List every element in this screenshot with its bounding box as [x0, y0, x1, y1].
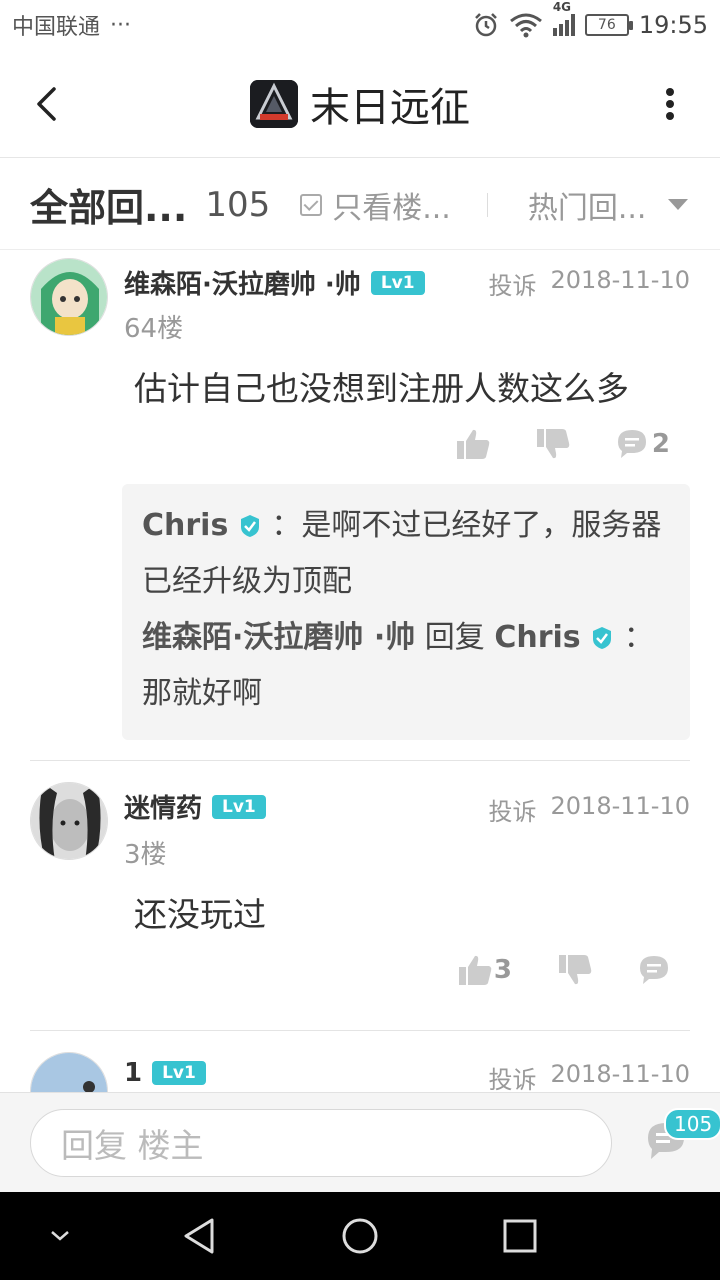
back-button[interactable] [28, 84, 64, 124]
avatar[interactable] [30, 1052, 108, 1092]
comment-icon [640, 956, 668, 984]
more-dot [666, 112, 674, 120]
hide-keyboard-button[interactable] [36, 1212, 84, 1260]
level-badge: Lv1 [152, 1061, 206, 1085]
thumbs-down-icon [536, 429, 570, 459]
carrier-label: 中国联通 [12, 15, 101, 40]
meta: 投诉 2018-11-10 [489, 1060, 690, 1092]
nav-recents-button[interactable] [496, 1212, 544, 1260]
post-date: 2018-11-10 [550, 792, 690, 820]
avatar[interactable] [30, 258, 108, 336]
more-dot [666, 88, 674, 96]
sub-reply-author[interactable]: 维森陌·沃拉磨帅 ·帅 [142, 620, 415, 655]
reply-input[interactable]: 回复 楼主 [30, 1109, 612, 1177]
nav-home-button[interactable] [336, 1212, 384, 1260]
username-row: 1 Lv1 [124, 1058, 206, 1088]
reply-actions: 2 [456, 428, 670, 460]
sub-replies[interactable]: Chris ：是啊不过已经好了，服务器已经升级为顶配 维森陌·沃拉磨帅 ·帅 回… [122, 484, 690, 740]
chevron-down-icon[interactable] [668, 199, 689, 210]
square-recents-icon [503, 1219, 537, 1253]
sub-reply-author[interactable]: Chris [142, 508, 228, 543]
level-badge: Lv1 [212, 794, 266, 819]
divider [30, 1030, 690, 1031]
battery-icon: 76 [584, 14, 633, 36]
chevron-left-icon [37, 87, 56, 121]
dislike-button[interactable] [558, 954, 592, 986]
floor-number: 64楼 [124, 314, 184, 344]
page-title: 末日远征 [310, 84, 470, 131]
sort-dropdown[interactable]: 热门回... [528, 183, 647, 227]
reply-input-bar: 回复 楼主 [0, 1092, 720, 1192]
verified-icon [240, 515, 259, 537]
avatar[interactable] [30, 782, 108, 860]
filter-bar: 全部回... 105 只看楼... 热门回... [0, 160, 720, 250]
comment-count-badge: 105 [664, 1108, 720, 1140]
divider [486, 192, 488, 217]
comment-count: 2 [651, 429, 670, 459]
thumbs-up-icon [458, 955, 492, 985]
level-badge: Lv1 [370, 270, 425, 295]
only-op-label: 只看楼... [332, 190, 451, 226]
thumbs-up-icon [456, 429, 490, 459]
username[interactable]: 维森陌·沃拉磨帅 ·帅 [124, 264, 361, 301]
like-count: 3 [493, 955, 512, 985]
system-nav-bar [0, 1192, 720, 1280]
nav-back-button[interactable] [176, 1212, 224, 1260]
signal-icon: 4G [552, 0, 575, 36]
like-button[interactable]: 3 [458, 954, 512, 986]
post-date: 2018-11-10 [550, 266, 690, 294]
thumbs-down-icon [559, 955, 592, 985]
username-row: 维森陌·沃拉磨帅 ·帅 Lv1 [124, 264, 425, 301]
username[interactable]: 1 [124, 1058, 142, 1088]
report-link[interactable]: 投诉 [489, 1060, 537, 1092]
reply-item: 迷情药 Lv1 投诉 2018-11-10 3楼 还没玩过 3 [0, 776, 720, 1030]
network-type: 4G [552, 0, 572, 14]
reply-item: 维森陌·沃拉磨帅 ·帅 Lv1 投诉 2018-11-10 64楼 估计自己也没… [0, 250, 720, 760]
sub-reply-target[interactable]: Chris [494, 620, 580, 655]
sub-reply: 维森陌·沃拉磨帅 ·帅 回复 Chris ：那就好啊 [142, 610, 670, 722]
clock: 19:55 [638, 11, 708, 39]
chevron-down-icon [51, 1231, 69, 1241]
report-link[interactable]: 投诉 [489, 792, 537, 827]
comment-button[interactable] [638, 954, 670, 986]
floor-number: 3楼 [124, 840, 167, 870]
circle-home-icon [342, 1218, 378, 1254]
reply-count: 105 [205, 184, 271, 225]
reply-actions: 3 [458, 954, 670, 986]
status-bar: 中国联通 ··· 4G 76 19:55 [0, 0, 720, 50]
checkbox-icon [300, 193, 323, 216]
status-dots: ··· [110, 12, 131, 38]
verified-icon [593, 627, 612, 649]
meta: 投诉 2018-11-10 [489, 266, 690, 301]
battery-level: 76 [597, 17, 616, 33]
top-app-bar: 末日远征 [0, 50, 720, 158]
only-op-toggle[interactable]: 只看楼... [300, 183, 451, 227]
reply-content: 还没玩过 [134, 895, 266, 934]
wifi-icon [509, 13, 542, 38]
sub-reply: Chris ：是啊不过已经好了，服务器已经升级为顶配 [142, 498, 670, 610]
more-dot [666, 100, 674, 108]
game-logo-icon [250, 79, 298, 128]
username-row: 迷情药 Lv1 [124, 788, 266, 825]
reply-connector: 回复 [415, 620, 495, 655]
like-button[interactable] [456, 428, 490, 460]
alarm-icon [474, 13, 497, 37]
report-link[interactable]: 投诉 [489, 266, 537, 301]
comment-icon [617, 430, 646, 458]
all-replies-tab[interactable]: 全部回... [30, 177, 187, 232]
comment-button[interactable]: 2 [616, 428, 670, 460]
dislike-button[interactable] [536, 428, 570, 460]
divider [30, 760, 690, 761]
username[interactable]: 迷情药 [124, 788, 202, 825]
more-options-button[interactable] [658, 84, 682, 124]
reply-content: 估计自己也没想到注册人数这么多 [134, 369, 629, 408]
reply-item: 1 Lv1 投诉 2018-11-10 [0, 1046, 720, 1092]
post-date: 2018-11-10 [550, 1060, 690, 1088]
meta: 投诉 2018-11-10 [489, 792, 690, 827]
triangle-back-icon [184, 1218, 214, 1254]
